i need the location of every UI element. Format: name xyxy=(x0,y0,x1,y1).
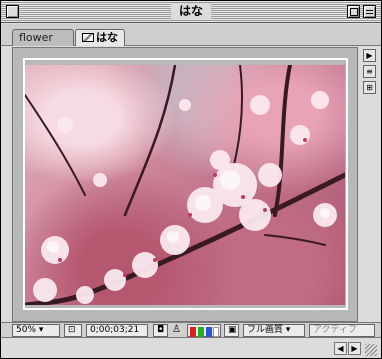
tab-hana[interactable]: はな xyxy=(75,29,125,56)
resize-grip-icon[interactable] xyxy=(365,344,377,356)
camera-value: アクティブ xyxy=(313,325,358,335)
camera-icon[interactable]: ◘ xyxy=(153,324,168,337)
zoom-box[interactable] xyxy=(347,5,360,18)
green-channel-icon[interactable] xyxy=(198,327,204,337)
tab-flower-label: flower xyxy=(19,31,53,44)
channel-buttons[interactable] xyxy=(187,324,221,337)
person-icon[interactable]: ♙ xyxy=(172,324,184,337)
title-bar[interactable]: はな xyxy=(1,1,381,23)
play-arrow-icon[interactable]: ▶ xyxy=(363,49,376,62)
timecode-display[interactable]: 0;00;03;21 xyxy=(86,324,148,337)
flowchart-icon[interactable]: ⊞ xyxy=(363,81,376,94)
tab-bar: flower はな xyxy=(1,24,381,56)
red-channel-icon[interactable] xyxy=(190,327,196,337)
collapse-box[interactable] xyxy=(363,5,376,18)
alpha-channel-icon[interactable] xyxy=(213,327,219,337)
close-box[interactable] xyxy=(6,5,19,18)
cherry-blossom-branches xyxy=(25,65,345,305)
scroll-right-icon[interactable]: ▶ xyxy=(348,342,361,355)
composition-controls: 50% ▾ ⊡ 0;00;03;21 ◘ ♙ ▣ フル画質 ▾ アクティブ xyxy=(1,322,381,338)
tab-hana-label: はな xyxy=(96,31,118,44)
timecode-value: 0;00;03;21 xyxy=(90,325,140,335)
composition-window: はな flower はな ▶ ≡ ⊞ 50% ▾ ⊡ 0;00;03;21 ◘ … xyxy=(0,0,382,359)
scroll-left-icon[interactable]: ◀ xyxy=(334,342,347,355)
composition-icon xyxy=(82,33,94,42)
zoom-select[interactable]: 50% ▾ xyxy=(12,324,60,337)
camera-select[interactable]: アクティブ xyxy=(309,324,375,337)
zoom-value: 50% xyxy=(16,325,37,335)
horizontal-scrollbar[interactable]: ◀ ▶ xyxy=(1,339,381,358)
region-of-interest-icon[interactable]: ⊡ xyxy=(64,324,82,337)
resolution-select[interactable]: フル画質 ▾ xyxy=(243,324,305,337)
window-title: はな xyxy=(170,3,212,20)
tab-flower[interactable]: flower xyxy=(12,29,74,46)
composition-viewer[interactable] xyxy=(12,47,358,322)
resolution-value: フル画質 xyxy=(247,325,284,335)
comp-menu-icon[interactable]: ≡ xyxy=(363,65,376,78)
cherry-blossom-image[interactable] xyxy=(25,65,345,305)
blue-channel-icon[interactable] xyxy=(206,327,212,337)
grid-icon[interactable]: ▣ xyxy=(224,324,239,337)
